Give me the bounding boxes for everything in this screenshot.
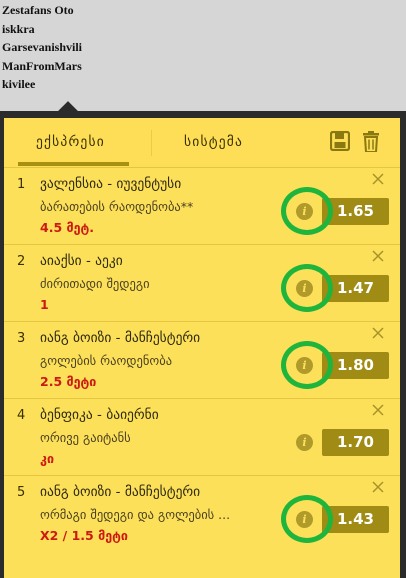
bet-item: 1 ვალენსია - იუვენტუსი ბარათების რაოდენო… — [4, 167, 400, 244]
bet-pick: X2 / 1.5 მეტი — [40, 528, 128, 543]
highlight-circle — [281, 187, 333, 235]
bet-item: 3 იანგ ბოიზი - მანჩესტერი გოლების რაოდენ… — [4, 321, 400, 398]
user-name[interactable]: ManFromMars — [2, 57, 82, 76]
user-name[interactable]: Garsevanishvili — [2, 38, 82, 57]
bet-pick: 1 — [40, 297, 49, 312]
close-icon[interactable] — [371, 480, 385, 494]
bet-market: ორივე გაიტანს — [40, 430, 131, 445]
bet-match: აიაქსი - აეკი — [40, 253, 123, 269]
bet-number: 4 — [17, 408, 26, 423]
bet-market: ბარათების რაოდენობა** — [40, 199, 194, 214]
odds-badge[interactable]: 1.70 — [322, 429, 389, 456]
highlight-circle — [281, 341, 333, 389]
bet-pick: კი — [40, 451, 54, 466]
bet-item: 4 ბენფიკა - ბაიერნი ორივე გაიტანს კი i 1… — [4, 398, 400, 475]
bet-match: იანგ ბოიზი - მანჩესტერი — [40, 484, 201, 500]
bet-pick: 4.5 მეტ. — [40, 220, 95, 235]
bet-match: ვალენსია - იუვენტუსი — [40, 176, 182, 192]
info-icon[interactable]: i — [296, 434, 313, 451]
bet-item: 5 იანგ ბოიზი - მანჩესტერი ორმაგი შედეგი … — [4, 475, 400, 552]
active-tab-indicator — [18, 162, 129, 166]
save-icon[interactable] — [330, 131, 350, 151]
bet-market: გოლების რაოდენობა — [40, 353, 173, 368]
bet-number: 1 — [17, 177, 26, 192]
bet-item: 2 აიაქსი - აეკი ძირითადი შედეგი 1 i 1.47 — [4, 244, 400, 321]
user-name[interactable]: Zestafans Oto — [2, 1, 82, 20]
user-list: Zestafans Oto iskkra Garsevanishvili Man… — [2, 1, 82, 94]
close-icon[interactable] — [371, 249, 385, 263]
bet-pick: 2.5 მეტი — [40, 374, 97, 389]
user-name[interactable]: iskkra — [2, 20, 82, 39]
trash-icon[interactable] — [363, 131, 379, 152]
tab-divider — [151, 130, 152, 156]
bet-number: 5 — [17, 485, 26, 500]
bet-market: ორმაგი შედეგი და გოლების ... — [40, 507, 231, 522]
close-icon[interactable] — [371, 403, 385, 417]
bet-market: ძირითადი შედეგი — [40, 276, 150, 291]
bet-match: იანგ ბოიზი - მანჩესტერი — [40, 330, 201, 346]
betslip-panel: ექსპრესი სისტემა 1 ვალენსია - იუვენტუსი … — [4, 118, 400, 578]
user-name[interactable]: kivilee — [2, 75, 82, 94]
bet-number: 3 — [17, 331, 26, 346]
tab-system[interactable]: სისტემა — [184, 134, 243, 150]
close-icon[interactable] — [371, 326, 385, 340]
close-icon[interactable] — [371, 172, 385, 186]
tab-express[interactable]: ექსპრესი — [36, 134, 105, 150]
highlight-circle — [281, 264, 333, 312]
highlight-circle — [281, 495, 333, 543]
betslip-tabs: ექსპრესი სისტემა — [4, 118, 400, 167]
bet-match: ბენფიკა - ბაიერნი — [40, 407, 159, 423]
bet-number: 2 — [17, 254, 26, 269]
